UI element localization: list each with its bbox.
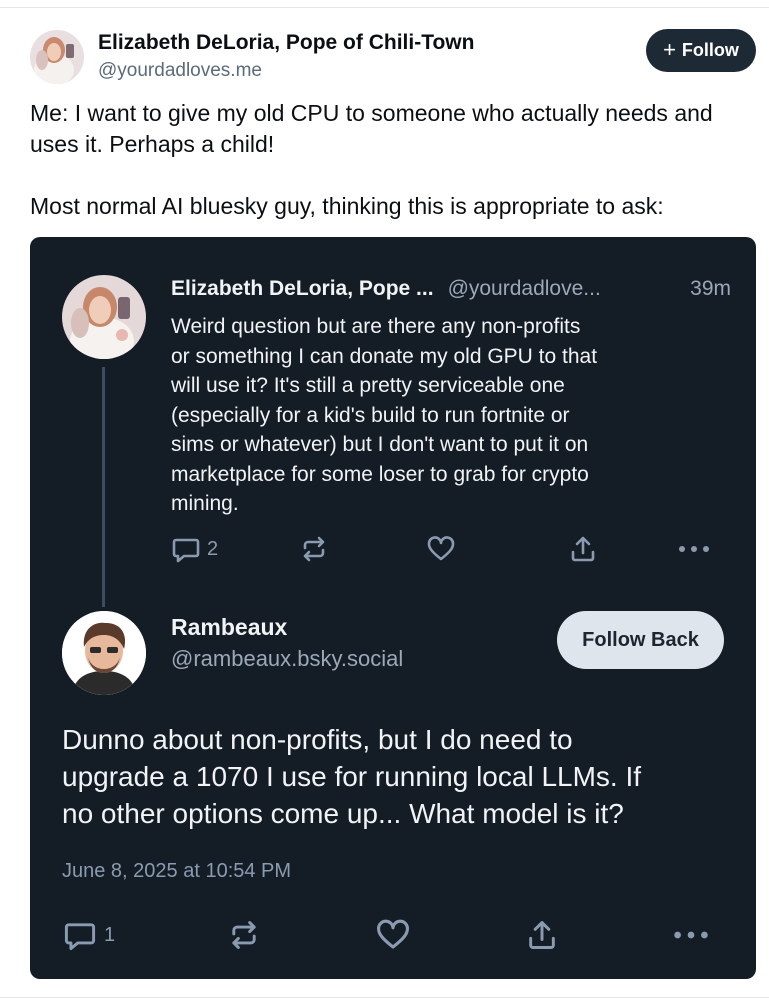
share-icon: [529, 921, 555, 949]
embedded-screenshot: Elizabeth DeLoria, Pope ... @yourdadlove.…: [30, 237, 756, 979]
repost-icon: [303, 536, 325, 562]
parent-post-header: Elizabeth DeLoria, Pope ... @yourdadlove.…: [171, 277, 731, 301]
like-icon: [427, 536, 455, 561]
reply-icon: [172, 538, 200, 563]
screenshot-page: Elizabeth DeLoria, Pope of Chili-Town @y…: [0, 0, 769, 1000]
parent-like-action: [426, 533, 456, 565]
outer-author-name[interactable]: Elizabeth DeLoria, Pope of Chili-Town: [98, 31, 474, 55]
reply-reply-action: 1: [62, 917, 115, 953]
more-icon: [679, 546, 709, 552]
repost-icon: [232, 921, 256, 949]
reply-like-action: [374, 917, 412, 953]
parent-reply-count: 2: [207, 537, 219, 560]
reply-post-timestamp: June 8, 2025 at 10:54 PM: [62, 860, 292, 882]
more-icon: [674, 931, 708, 939]
follow-button-label: Follow: [681, 40, 739, 60]
outer-author-handle[interactable]: @yourdadloves.me: [98, 60, 262, 82]
parent-more-action: [677, 533, 711, 565]
share-icon: [571, 536, 595, 562]
outer-author-avatar[interactable]: [30, 30, 84, 84]
reply-reply-count: 1: [104, 923, 116, 946]
plus-icon: +: [663, 36, 676, 62]
outer-post-text: Me: I want to give my old CPU to someone…: [30, 100, 713, 219]
reply-author-handle: @rambeaux.bsky.social: [171, 646, 404, 671]
reply-post-actions: 1: [62, 917, 722, 953]
parent-post-text: Weird question but are there any non-pro…: [171, 315, 598, 515]
parent-post-time: 39m: [690, 277, 731, 300]
reply-icon: [64, 923, 96, 951]
parent-repost-action: [299, 533, 329, 565]
reply-repost-action: [226, 917, 262, 953]
reply-more-action: [672, 917, 710, 953]
parent-author-name: Elizabeth DeLoria, Pope ...: [171, 277, 434, 300]
parent-reply-action: 2: [171, 533, 218, 565]
like-icon: [377, 919, 409, 949]
bottom-divider: [0, 997, 769, 998]
reply-author-name: Rambeaux: [171, 614, 288, 640]
parent-author-handle: @yourdadlove...: [447, 277, 601, 300]
parent-author-avatar: [62, 275, 146, 359]
follow-back-button: Follow Back: [557, 611, 724, 669]
reply-share-action: [524, 917, 560, 953]
top-divider: [0, 7, 769, 8]
reply-author-avatar: [62, 611, 146, 695]
parent-post-actions: 2: [171, 533, 716, 565]
thread-connector-line: [102, 367, 105, 607]
follow-button[interactable]: + Follow: [646, 29, 756, 72]
reply-post-text: Dunno about non-profits, but I do need t…: [62, 724, 642, 829]
parent-share-action: [568, 533, 598, 565]
